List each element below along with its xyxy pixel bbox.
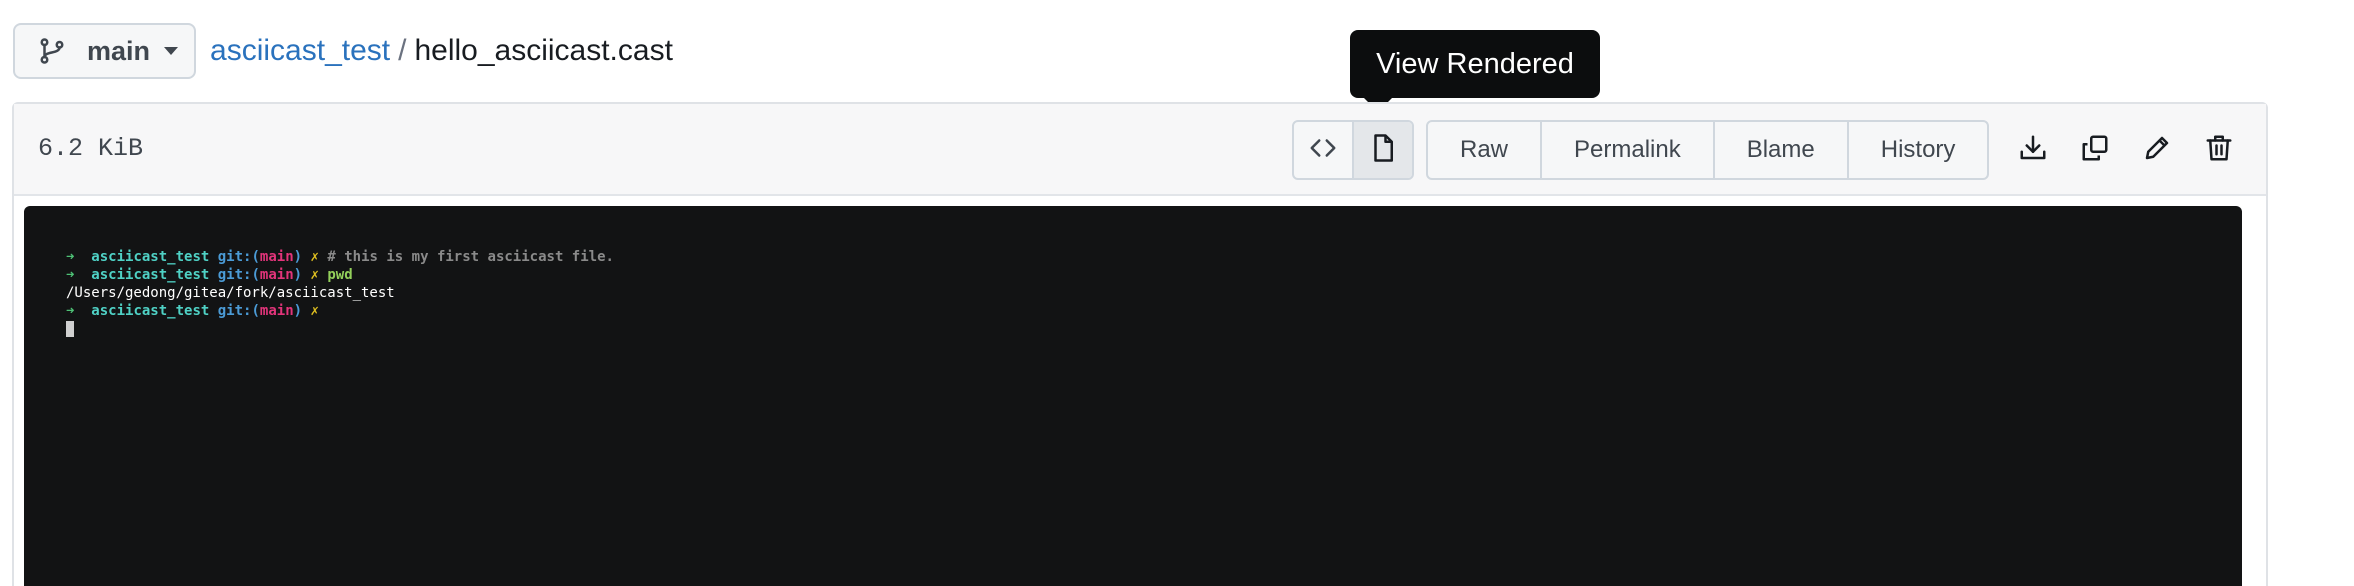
view-source-button[interactable] — [1294, 122, 1352, 178]
pencil-icon — [2142, 133, 2172, 168]
terminal-output: /Users/gedong/gitea/fork/asciicast_test — [66, 285, 395, 301]
code-icon — [1308, 133, 1338, 168]
tooltip: View Rendered — [1350, 30, 1600, 98]
blame-button[interactable]: Blame — [1712, 122, 1847, 178]
prompt-dir: asciicast_test — [91, 249, 210, 265]
breadcrumb-file-name: hello_asciicast.cast — [414, 34, 673, 67]
terminal-cursor-line — [66, 320, 2242, 338]
file-icon — [1368, 133, 1398, 168]
prompt-branch: main — [259, 303, 294, 319]
terminal-line: ➜ asciicast_test git:(main) ✗ # this is … — [66, 248, 2242, 266]
file-actions-group: Raw Permalink Blame History — [1426, 120, 1990, 180]
breadcrumb: asciicast_test / hello_asciicast.cast — [210, 34, 673, 68]
prompt-git-close: ) — [293, 303, 303, 319]
file-topbar: main asciicast_test / hello_asciicast.ca… — [13, 22, 673, 80]
file-header: 6.2 KiB Raw Permalink Blame History — [14, 104, 2266, 196]
prompt-dirty: ✗ — [310, 303, 319, 319]
breadcrumb-repo-link[interactable]: asciicast_test — [210, 34, 390, 68]
terminal-line: ➜ asciicast_test git:(main) ✗ pwd — [66, 266, 2242, 284]
terminal-cursor — [66, 321, 74, 337]
branch-selector-button[interactable]: main — [13, 23, 197, 79]
breadcrumb-separator: / — [398, 34, 407, 67]
raw-button[interactable]: Raw — [1428, 122, 1540, 178]
terminal-command: pwd — [327, 267, 353, 283]
file-size: 6.2 KiB — [38, 134, 144, 163]
prompt-arrow: ➜ — [66, 267, 75, 283]
prompt-branch: main — [259, 267, 294, 283]
delete-button[interactable] — [2188, 120, 2250, 180]
prompt-dir: asciicast_test — [91, 267, 210, 283]
terminal-line: ➜ asciicast_test git:(main) ✗ — [66, 302, 2242, 320]
prompt-arrow: ➜ — [66, 303, 75, 319]
download-icon — [2018, 133, 2048, 168]
edit-button[interactable] — [2126, 120, 2188, 180]
prompt-dirty: ✗ — [310, 267, 319, 283]
terminal-comment: # this is my first asciicast file. — [327, 249, 614, 265]
view-toggle — [1292, 120, 1414, 180]
download-button[interactable] — [2002, 120, 2064, 180]
file-view-page: main asciicast_test / hello_asciicast.ca… — [0, 0, 2354, 586]
git-branch-icon — [37, 36, 67, 66]
file-icon-actions — [2002, 120, 2250, 180]
prompt-branch: main — [259, 249, 294, 265]
history-button[interactable]: History — [1846, 122, 1988, 178]
prompt-git: git:( — [217, 303, 260, 319]
view-rendered-button[interactable] — [1352, 122, 1412, 178]
prompt-git: git:( — [217, 249, 260, 265]
chevron-down-icon — [164, 47, 179, 55]
branch-label: main — [87, 35, 151, 66]
prompt-git-close: ) — [293, 267, 303, 283]
permalink-button[interactable]: Permalink — [1540, 122, 1713, 178]
asciicast-player[interactable]: ➜ asciicast_test git:(main) ✗ # this is … — [24, 206, 2242, 586]
prompt-git-close: ) — [293, 249, 303, 265]
file-content-box: 6.2 KiB Raw Permalink Blame History ➜ as… — [12, 102, 2268, 586]
prompt-dir: asciicast_test — [91, 303, 210, 319]
prompt-arrow: ➜ — [66, 249, 75, 265]
trash-icon — [2204, 133, 2234, 168]
prompt-git: git:( — [217, 267, 260, 283]
prompt-dirty: ✗ — [310, 249, 319, 265]
copy-button[interactable] — [2064, 120, 2126, 180]
copy-icon — [2080, 133, 2110, 168]
